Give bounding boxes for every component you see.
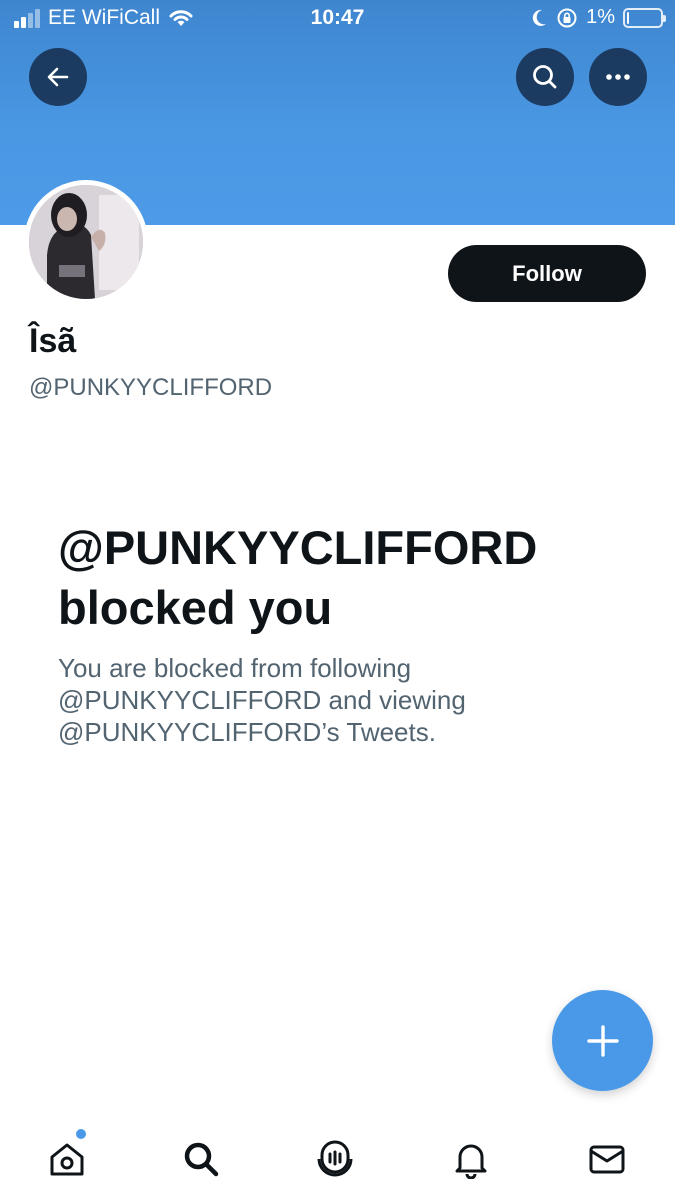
search-button[interactable]: [516, 48, 574, 106]
compose-tweet-button[interactable]: [552, 990, 653, 1091]
avatar-photo-icon: [29, 185, 143, 299]
blocked-description: You are blocked from following @PUNKYYCL…: [58, 652, 618, 748]
spaces-icon: [317, 1140, 353, 1177]
more-icon: [606, 74, 630, 80]
battery-icon: [623, 7, 666, 28]
tab-bar: [0, 1120, 675, 1200]
avatar[interactable]: [24, 180, 148, 304]
blocked-title-text: blocked you: [58, 581, 333, 634]
follow-button[interactable]: Follow: [448, 245, 646, 302]
tab-spaces[interactable]: [310, 1134, 360, 1184]
search-icon: [184, 1142, 219, 1177]
blocked-description-line: @PUNKYYCLIFFORD’s Tweets.: [58, 717, 436, 747]
user-handle: @PUNKYYCLIFFORD: [29, 374, 273, 401]
plus-icon: [586, 1024, 619, 1057]
blocked-description-line: You are blocked from following: [58, 653, 412, 683]
tab-messages[interactable]: [582, 1134, 632, 1184]
avatar-image: [29, 185, 143, 299]
home-icon: [50, 1143, 84, 1176]
back-arrow-icon: [47, 67, 69, 87]
tab-notifications[interactable]: [446, 1134, 496, 1184]
mail-icon: [589, 1145, 625, 1174]
back-button[interactable]: [29, 48, 87, 106]
blocked-description-line: @PUNKYYCLIFFORD and viewing: [58, 685, 466, 715]
tab-home[interactable]: [42, 1134, 92, 1184]
moon-icon: [532, 9, 547, 26]
status-bar: EE WiFiCall 10:47 1%: [0, 0, 675, 40]
more-button[interactable]: [589, 48, 647, 106]
battery-level: [627, 11, 629, 24]
search-icon: [533, 65, 557, 89]
bell-icon: [455, 1144, 487, 1179]
tab-search[interactable]: [176, 1134, 226, 1184]
battery-percent: 1%: [586, 6, 615, 28]
display-name: Îsã: [29, 322, 77, 360]
orientation-lock-icon: [557, 8, 577, 27]
home-notification-dot: [76, 1129, 86, 1139]
blocked-title-handle: @PUNKYYCLIFFORD: [58, 521, 538, 574]
blocked-title: @PUNKYYCLIFFORD blocked you: [58, 518, 658, 638]
status-right: 1%: [530, 6, 666, 29]
